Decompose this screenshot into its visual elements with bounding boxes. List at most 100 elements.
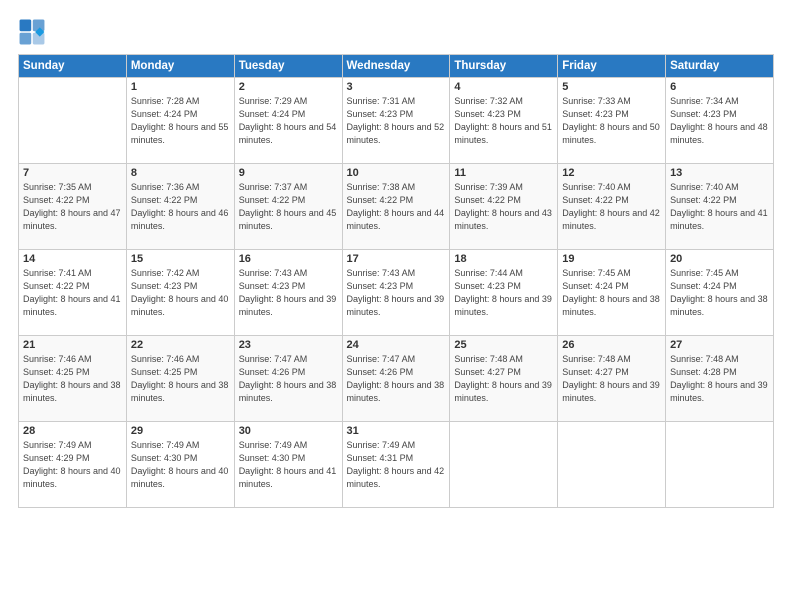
day-info: Sunrise: 7:32 AMSunset: 4:23 PMDaylight:… [454,95,553,147]
calendar-week-row: 1 Sunrise: 7:28 AMSunset: 4:24 PMDaylight… [19,78,774,164]
calendar-cell: 31 Sunrise: 7:49 AMSunset: 4:31 PMDayligh… [342,422,450,508]
calendar-cell: 17 Sunrise: 7:43 AMSunset: 4:23 PMDayligh… [342,250,450,336]
day-number: 20 [670,253,769,265]
day-info: Sunrise: 7:48 AMSunset: 4:28 PMDaylight:… [670,353,769,405]
day-info: Sunrise: 7:40 AMSunset: 4:22 PMDaylight:… [670,181,769,233]
day-number: 16 [239,253,338,265]
day-info: Sunrise: 7:49 AMSunset: 4:31 PMDaylight:… [347,439,446,491]
day-info: Sunrise: 7:45 AMSunset: 4:24 PMDaylight:… [562,267,661,319]
day-number: 30 [239,425,338,437]
day-number: 23 [239,339,338,351]
day-info: Sunrise: 7:41 AMSunset: 4:22 PMDaylight:… [23,267,122,319]
day-number: 7 [23,167,122,179]
day-number: 19 [562,253,661,265]
calendar-header-row: SundayMondayTuesdayWednesdayThursdayFrid… [19,55,774,78]
header [18,18,774,46]
day-number: 1 [131,81,230,93]
calendar-day-header: Sunday [19,55,127,78]
calendar-cell: 11 Sunrise: 7:39 AMSunset: 4:22 PMDayligh… [450,164,558,250]
day-number: 15 [131,253,230,265]
calendar-cell: 18 Sunrise: 7:44 AMSunset: 4:23 PMDayligh… [450,250,558,336]
day-info: Sunrise: 7:35 AMSunset: 4:22 PMDaylight:… [23,181,122,233]
calendar-cell: 1 Sunrise: 7:28 AMSunset: 4:24 PMDaylight… [126,78,234,164]
calendar-cell [19,78,127,164]
day-info: Sunrise: 7:43 AMSunset: 4:23 PMDaylight:… [347,267,446,319]
day-number: 12 [562,167,661,179]
day-info: Sunrise: 7:34 AMSunset: 4:23 PMDaylight:… [670,95,769,147]
day-number: 8 [131,167,230,179]
day-number: 11 [454,167,553,179]
calendar-cell [558,422,666,508]
day-info: Sunrise: 7:38 AMSunset: 4:22 PMDaylight:… [347,181,446,233]
day-info: Sunrise: 7:29 AMSunset: 4:24 PMDaylight:… [239,95,338,147]
day-number: 29 [131,425,230,437]
day-info: Sunrise: 7:37 AMSunset: 4:22 PMDaylight:… [239,181,338,233]
day-info: Sunrise: 7:40 AMSunset: 4:22 PMDaylight:… [562,181,661,233]
calendar-cell: 29Sunrise: 7:49 AMSunset: 4:30 PMDayligh… [126,422,234,508]
day-info: Sunrise: 7:44 AMSunset: 4:23 PMDaylight:… [454,267,553,319]
day-number: 27 [670,339,769,351]
day-number: 22 [131,339,230,351]
calendar-cell: 3 Sunrise: 7:31 AMSunset: 4:23 PMDaylight… [342,78,450,164]
day-number: 13 [670,167,769,179]
calendar-cell: 7 Sunrise: 7:35 AMSunset: 4:22 PMDaylight… [19,164,127,250]
day-info: Sunrise: 7:31 AMSunset: 4:23 PMDaylight:… [347,95,446,147]
calendar-cell: 8 Sunrise: 7:36 AMSunset: 4:22 PMDaylight… [126,164,234,250]
day-number: 5 [562,81,661,93]
calendar-week-row: 21 Sunrise: 7:46 AMSunset: 4:25 PMDayligh… [19,336,774,422]
calendar-cell: 30 Sunrise: 7:49 AMSunset: 4:30 PMDayligh… [234,422,342,508]
day-number: 9 [239,167,338,179]
day-info: Sunrise: 7:46 AMSunset: 4:25 PMDaylight:… [131,353,230,405]
calendar-day-header: Tuesday [234,55,342,78]
calendar-cell: 13 Sunrise: 7:40 AMSunset: 4:22 PMDayligh… [666,164,774,250]
calendar-cell: 24Sunrise: 7:47 AMSunset: 4:26 PMDayligh… [342,336,450,422]
day-number: 6 [670,81,769,93]
logo [18,18,48,46]
day-info: Sunrise: 7:43 AMSunset: 4:23 PMDaylight:… [239,267,338,319]
day-number: 21 [23,339,122,351]
day-info: Sunrise: 7:28 AMSunset: 4:24 PMDaylight:… [131,95,230,147]
day-info: Sunrise: 7:49 AMSunset: 4:30 PMDaylight:… [239,439,338,491]
day-info: Sunrise: 7:39 AMSunset: 4:22 PMDaylight:… [454,181,553,233]
day-number: 17 [347,253,446,265]
calendar-cell: 28 Sunrise: 7:49 AMSunset: 4:29 PMDayligh… [19,422,127,508]
day-number: 26 [562,339,661,351]
calendar-cell: 2Sunrise: 7:29 AMSunset: 4:24 PMDaylight… [234,78,342,164]
day-info: Sunrise: 7:49 AMSunset: 4:29 PMDaylight:… [23,439,122,491]
calendar-day-header: Friday [558,55,666,78]
day-number: 31 [347,425,446,437]
day-number: 10 [347,167,446,179]
day-info: Sunrise: 7:45 AMSunset: 4:24 PMDaylight:… [670,267,769,319]
calendar-day-header: Monday [126,55,234,78]
calendar-table: SundayMondayTuesdayWednesdayThursdayFrid… [18,54,774,508]
day-info: Sunrise: 7:36 AMSunset: 4:22 PMDaylight:… [131,181,230,233]
calendar-day-header: Thursday [450,55,558,78]
day-info: Sunrise: 7:47 AMSunset: 4:26 PMDaylight:… [347,353,446,405]
day-number: 25 [454,339,553,351]
calendar-cell: 6 Sunrise: 7:34 AMSunset: 4:23 PMDaylight… [666,78,774,164]
calendar-cell: 19 Sunrise: 7:45 AMSunset: 4:24 PMDayligh… [558,250,666,336]
day-number: 18 [454,253,553,265]
calendar-cell: 14 Sunrise: 7:41 AMSunset: 4:22 PMDayligh… [19,250,127,336]
logo-icon [18,18,46,46]
calendar-cell: 12 Sunrise: 7:40 AMSunset: 4:22 PMDayligh… [558,164,666,250]
day-number: 3 [347,81,446,93]
calendar-cell: 22 Sunrise: 7:46 AMSunset: 4:25 PMDayligh… [126,336,234,422]
day-number: 14 [23,253,122,265]
calendar-day-header: Wednesday [342,55,450,78]
page: SundayMondayTuesdayWednesdayThursdayFrid… [0,0,792,612]
calendar-cell: 26Sunrise: 7:48 AMSunset: 4:27 PMDayligh… [558,336,666,422]
calendar-cell: 20 Sunrise: 7:45 AMSunset: 4:24 PMDayligh… [666,250,774,336]
day-info: Sunrise: 7:42 AMSunset: 4:23 PMDaylight:… [131,267,230,319]
calendar-cell: 21Sunrise: 7:46 AMSunset: 4:25 PMDayligh… [19,336,127,422]
calendar-cell: 9 Sunrise: 7:37 AMSunset: 4:22 PMDaylight… [234,164,342,250]
calendar-cell [666,422,774,508]
day-number: 4 [454,81,553,93]
calendar-week-row: 28 Sunrise: 7:49 AMSunset: 4:29 PMDayligh… [19,422,774,508]
calendar-cell: 25Sunrise: 7:48 AMSunset: 4:27 PMDayligh… [450,336,558,422]
calendar-cell: 15 Sunrise: 7:42 AMSunset: 4:23 PMDayligh… [126,250,234,336]
calendar-week-row: 7 Sunrise: 7:35 AMSunset: 4:22 PMDaylight… [19,164,774,250]
calendar-cell: 4 Sunrise: 7:32 AMSunset: 4:23 PMDaylight… [450,78,558,164]
day-info: Sunrise: 7:47 AMSunset: 4:26 PMDaylight:… [239,353,338,405]
day-number: 28 [23,425,122,437]
